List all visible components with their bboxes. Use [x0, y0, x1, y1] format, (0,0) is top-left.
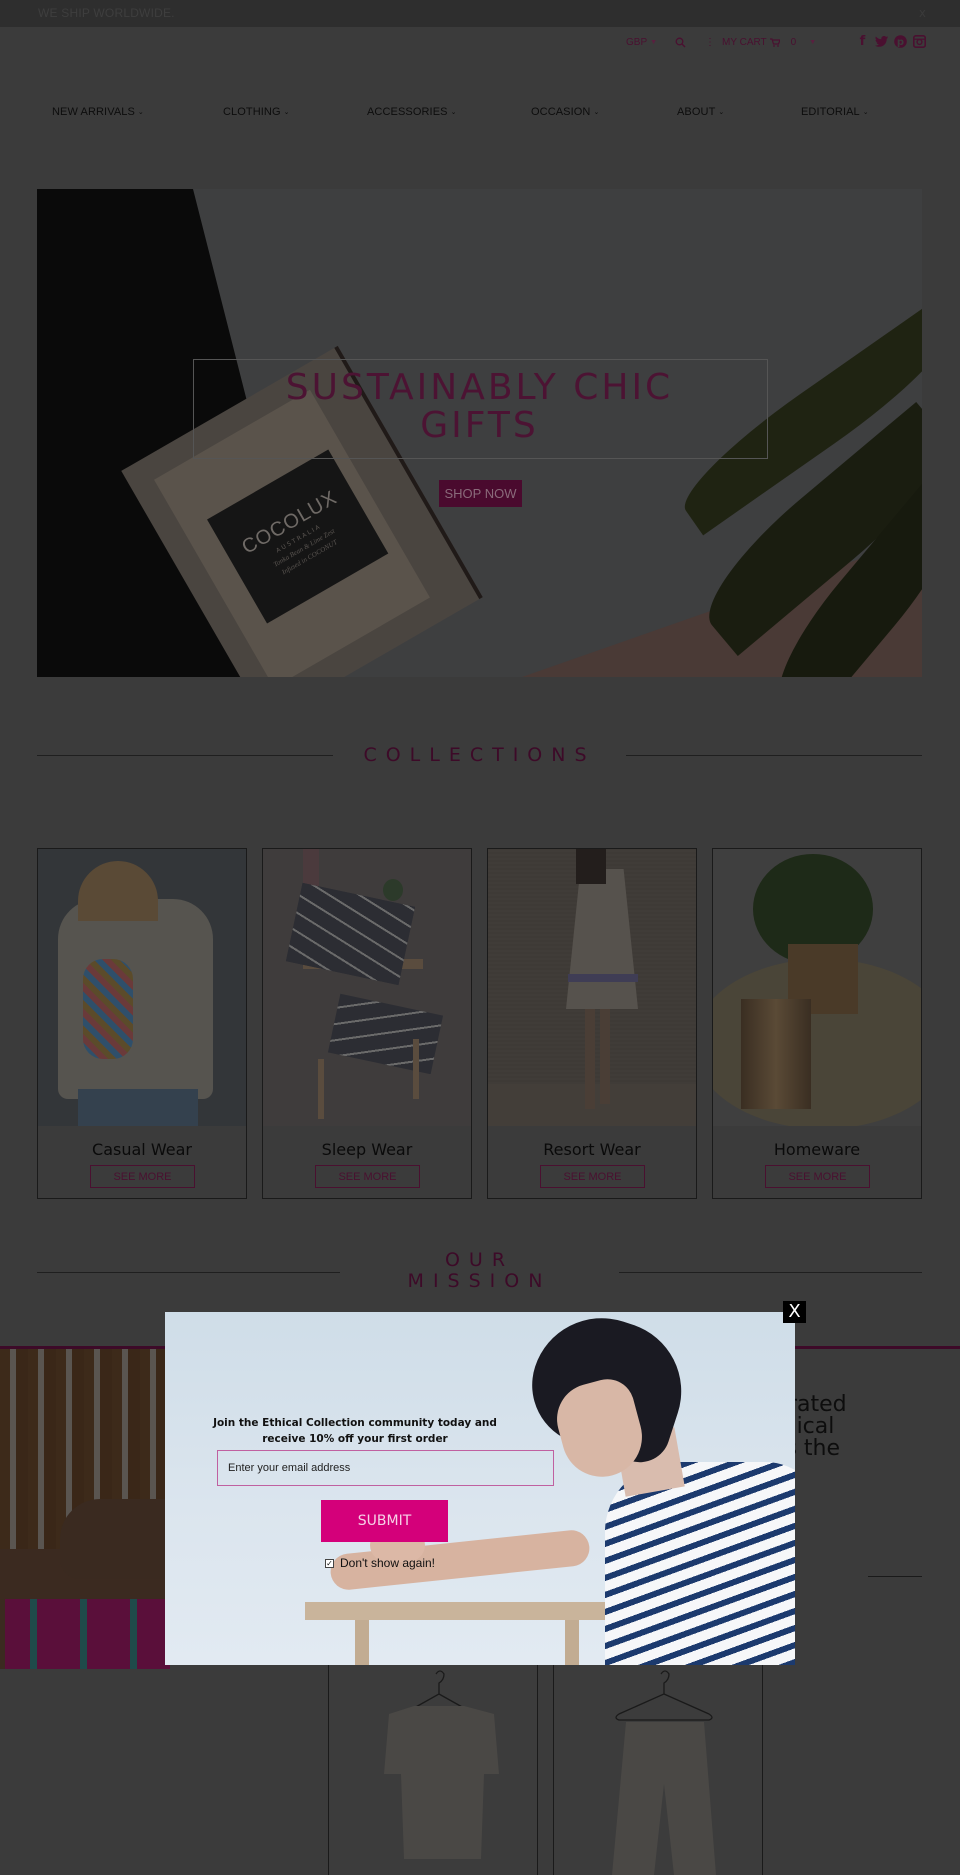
nav-label: CLOTHING	[223, 106, 281, 118]
see-more-button[interactable]: SEE MORE	[315, 1165, 420, 1188]
currency-label: GBP	[626, 36, 648, 48]
hero-title-line: SUSTAINABLY CHIC	[285, 367, 674, 408]
nav-label: ACCESSORIES	[367, 106, 448, 118]
collection-image	[263, 849, 471, 1126]
kaftan-shape	[566, 869, 638, 1009]
mission-heading: OUR MISSION	[37, 1250, 922, 1295]
nav-clothing[interactable]: CLOTHING ⌄	[223, 106, 290, 118]
popup-headline: Join the Ethical Collection community to…	[213, 1417, 497, 1445]
collection-card-homeware[interactable]: Homeware SEE MORE	[712, 848, 922, 1199]
search-icon	[675, 37, 686, 47]
main-nav: NEW ARRIVALS ⌄ CLOTHING ⌄ ACCESSORIES ⌄ OCC…	[0, 106, 960, 122]
woven-fabric	[5, 1599, 170, 1669]
chevron-down-icon: ⌄	[593, 109, 600, 116]
see-more-button[interactable]: SEE MORE	[90, 1165, 195, 1188]
more-vertical-icon: ⋮	[705, 36, 715, 48]
collection-name: Homeware	[773, 1140, 861, 1159]
hanger-icon	[612, 1670, 716, 1875]
nav-label: EDITORIAL	[801, 106, 860, 118]
chevron-down-icon: ⌄	[450, 109, 457, 116]
chevron-down-icon: ⌄	[137, 109, 144, 116]
cart-button[interactable]: ⋮ MY CART 0 ▼	[705, 34, 816, 50]
nav-label: NEW ARRIVALS	[52, 106, 135, 118]
collection-card-casual-wear[interactable]: Casual Wear SEE MORE	[37, 848, 247, 1199]
section-title-line: OUR	[444, 1249, 515, 1271]
table-leg	[355, 1620, 369, 1665]
collection-name: Sleep Wear	[321, 1140, 413, 1159]
nav-new-arrivals[interactable]: NEW ARRIVALS ⌄	[52, 106, 144, 118]
stool-leg	[413, 1039, 419, 1099]
pinterest-icon[interactable]: p	[894, 34, 907, 48]
newsletter-popup: Join the Ethical Collection community to…	[165, 1312, 795, 1665]
leg-shape	[600, 1009, 610, 1104]
chevron-down-icon: ⌄	[862, 109, 869, 116]
facebook-icon[interactable]: f	[856, 34, 869, 49]
table-shape	[305, 1602, 645, 1620]
plant-pot	[383, 879, 403, 901]
collection-image	[38, 849, 246, 1126]
collection-name: Casual Wear	[92, 1140, 192, 1159]
section-title: COLLECTIONS	[363, 744, 596, 766]
collection-card-sleep-wear[interactable]: Sleep Wear SEE MORE	[262, 848, 472, 1199]
hanger-icon	[384, 1670, 499, 1859]
twitter-icon[interactable]	[875, 34, 888, 48]
sweater-shape	[58, 899, 213, 1099]
nav-label: ABOUT	[677, 106, 716, 118]
collection-card-resort-wear[interactable]: Resort Wear SEE MORE	[487, 848, 697, 1199]
submit-button[interactable]: SUBMIT	[321, 1500, 448, 1542]
divider	[868, 1576, 922, 1577]
hero-title: SUSTAINABLY CHIC GIFTS	[37, 369, 922, 445]
announcement-close-button[interactable]: x	[919, 6, 926, 20]
checkbox-checked-icon[interactable]: ✓	[325, 1558, 334, 1568]
cart-icon	[769, 37, 780, 47]
dont-show-again-label: Don't show again!	[340, 1556, 436, 1570]
caret-down-icon: ▼	[809, 38, 817, 46]
jeans-shape	[78, 1089, 198, 1126]
currency-selector[interactable]: GBP ▼	[626, 34, 657, 50]
dont-show-again-checkbox[interactable]: ✓ Don't show again!	[325, 1556, 435, 1570]
section-title: OUR MISSION	[37, 1250, 922, 1292]
hero-banner: COCOLUX AUSTRALIA Tonka Bean & Lime Zest…	[37, 189, 922, 677]
cart-count: 0	[790, 36, 797, 48]
collection-name: Resort Wear	[543, 1140, 641, 1159]
nav-about[interactable]: ABOUT ⌄	[677, 106, 724, 118]
product-card[interactable]	[553, 1664, 763, 1875]
see-more-button[interactable]: SEE MORE	[540, 1165, 645, 1188]
social-links: f p	[856, 34, 926, 49]
collections-heading: COLLECTIONS	[37, 744, 922, 768]
shop-now-button[interactable]: SHOP NOW	[439, 480, 522, 507]
see-more-button[interactable]: SEE MORE	[765, 1165, 870, 1188]
caret-down-icon: ▼	[650, 38, 658, 46]
table-leg	[565, 1620, 579, 1665]
collection-image	[488, 849, 696, 1126]
leg-shape	[585, 1009, 595, 1109]
pyjama-bottom	[327, 993, 444, 1075]
collection-image	[713, 849, 921, 1126]
search-button[interactable]	[675, 34, 686, 50]
section-title-line: MISSION	[407, 1270, 552, 1292]
llama-embroidery	[83, 959, 133, 1059]
hero-title-line: GIFTS	[420, 405, 539, 446]
hair-shape	[576, 849, 606, 884]
chevron-down-icon: ⌄	[718, 109, 725, 116]
product-card[interactable]	[328, 1664, 538, 1875]
hair-shape	[78, 861, 158, 921]
popup-close-button[interactable]: X	[783, 1301, 806, 1323]
chevron-down-icon: ⌄	[283, 109, 290, 116]
nav-label: OCCASION	[531, 106, 591, 118]
candle-jar	[741, 999, 811, 1109]
announcement-text: WE SHIP WORLDWIDE.	[38, 6, 175, 20]
mission-weaving-image	[0, 1349, 170, 1669]
instagram-icon[interactable]	[913, 34, 926, 48]
kaftan-stripe	[568, 974, 638, 982]
nav-accessories[interactable]: ACCESSORIES ⌄	[367, 106, 457, 118]
announcement-bar: WE SHIP WORLDWIDE. x	[0, 0, 960, 27]
email-input[interactable]	[217, 1450, 554, 1486]
stool-leg	[318, 1059, 324, 1119]
nav-occasion[interactable]: OCCASION ⌄	[531, 106, 599, 118]
svg-text:p: p	[897, 37, 904, 48]
nav-editorial[interactable]: EDITORIAL ⌄	[801, 106, 869, 118]
cart-label: MY CART	[722, 36, 767, 48]
hand-shape	[60, 1499, 170, 1579]
